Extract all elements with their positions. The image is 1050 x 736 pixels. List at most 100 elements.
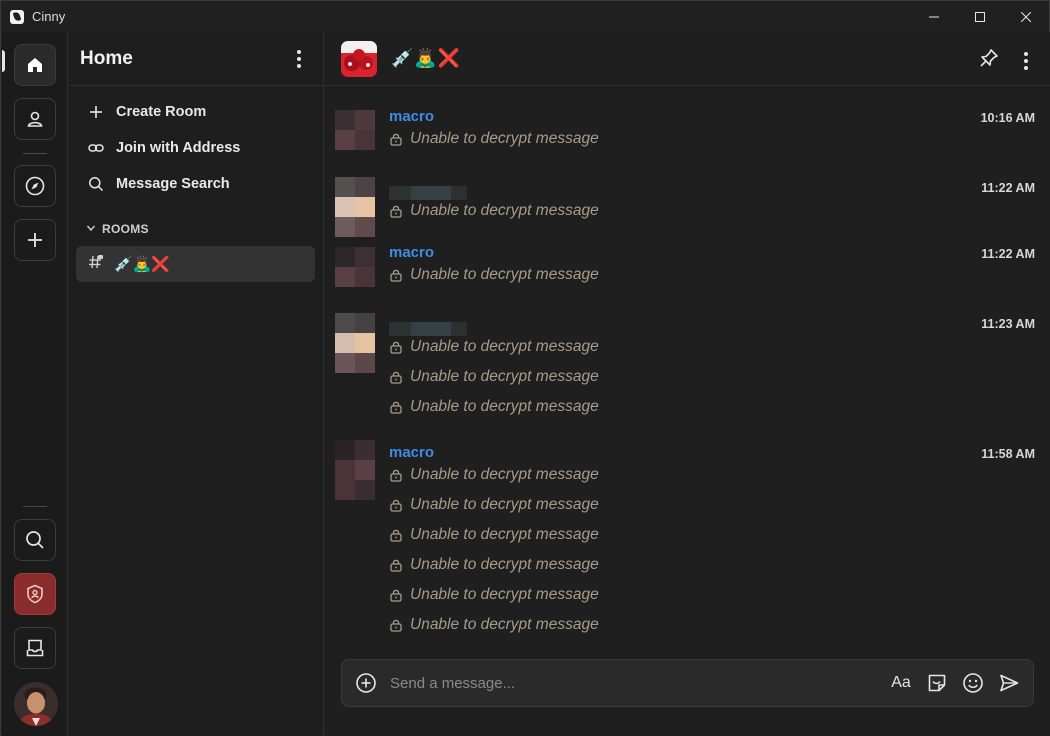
encrypted-message[interactable]: Unable to decrypt message: [389, 129, 599, 149]
encrypted-message[interactable]: Unable to decrypt message: [389, 555, 599, 575]
message-timeline: macro 10:16 AM Unable to decrypt message…: [325, 86, 1050, 658]
sidebar-options-button[interactable]: [289, 49, 309, 69]
message-text: Unable to decrypt message: [410, 616, 599, 633]
room-avatar[interactable]: [341, 40, 377, 77]
message-text: Unable to decrypt message: [410, 496, 599, 513]
message-timestamp: 11:23 AM: [981, 317, 1035, 331]
verification-button[interactable]: [14, 573, 56, 615]
minimize-button[interactable]: [911, 1, 957, 32]
home-button[interactable]: [14, 44, 56, 86]
lock-icon: [389, 340, 403, 354]
sender-avatar[interactable]: [335, 110, 375, 150]
message-timestamp: 10:16 AM: [980, 111, 1035, 125]
sender-avatar[interactable]: [335, 313, 375, 373]
lock-icon: [389, 498, 403, 512]
shield-user-icon: [27, 584, 43, 604]
encrypted-message[interactable]: Unable to decrypt message: [389, 495, 599, 515]
send-button[interactable]: [997, 671, 1021, 695]
emoji-button[interactable]: [961, 671, 985, 695]
send-icon: [1000, 674, 1019, 692]
sticker-button[interactable]: [925, 671, 949, 695]
user-icon: [27, 111, 43, 127]
inbox-icon: [26, 639, 44, 657]
sender-avatar[interactable]: [335, 177, 375, 237]
sender-name-redacted[interactable]: [389, 186, 467, 200]
message-text: Unable to decrypt message: [410, 466, 599, 483]
chevron-down-icon: [86, 222, 96, 236]
room-options-button[interactable]: [1016, 50, 1036, 72]
upload-button[interactable]: [354, 671, 378, 695]
lock-icon: [389, 468, 403, 482]
room-item[interactable]: 💉🙇‍♂️❌: [76, 246, 315, 282]
message-text: Unable to decrypt message: [410, 556, 599, 573]
message-timestamp: 11:22 AM: [981, 181, 1035, 195]
create-space-button[interactable]: [14, 219, 56, 261]
explore-button[interactable]: [14, 165, 56, 207]
sticker-icon: [928, 674, 946, 692]
encrypted-message[interactable]: Unable to decrypt message: [389, 397, 599, 417]
sender-avatar[interactable]: [335, 440, 375, 500]
rail-divider: [23, 153, 47, 154]
plus-icon: [88, 104, 104, 120]
search-icon: [88, 176, 104, 192]
create-room-button[interactable]: Create Room: [68, 94, 323, 130]
encrypted-message[interactable]: Unable to decrypt message: [389, 615, 599, 635]
create-room-label: Create Room: [116, 104, 207, 120]
room-title: 💉🙇‍♂️❌: [391, 48, 462, 68]
close-window-button[interactable]: [1003, 1, 1049, 32]
direct-messages-button[interactable]: [14, 98, 56, 140]
composer-actions: Aa: [889, 671, 1021, 695]
message-search-label: Message Search: [116, 176, 230, 192]
encrypted-message[interactable]: Unable to decrypt message: [389, 465, 599, 485]
lock-icon: [389, 588, 403, 602]
encrypted-message[interactable]: Unable to decrypt message: [389, 367, 599, 387]
formatting-button[interactable]: Aa: [889, 671, 913, 695]
rooms-category-toggle[interactable]: ROOMS: [68, 218, 323, 240]
encrypted-room-icon: [88, 254, 104, 274]
message-text: Unable to decrypt message: [410, 266, 599, 283]
window-title: Cinny: [32, 9, 66, 24]
rail-divider: [23, 506, 47, 507]
room-view: 💉🙇‍♂️❌ macro 10:16 AM Unable to decrypt …: [325, 32, 1050, 736]
join-with-address-button[interactable]: Join with Address: [68, 130, 323, 166]
lock-icon: [389, 204, 403, 218]
sender-name[interactable]: macro: [389, 108, 434, 125]
maximize-button[interactable]: [957, 1, 1003, 32]
lock-icon: [389, 268, 403, 282]
app-window: Cinny Home Create Room Join with Address…: [0, 0, 1050, 736]
encrypted-message[interactable]: Unable to decrypt message: [389, 265, 599, 285]
inbox-button[interactable]: [14, 627, 56, 669]
lock-icon: [389, 618, 403, 632]
room-header-actions: [978, 47, 1036, 74]
encrypted-message[interactable]: Unable to decrypt message: [389, 525, 599, 545]
sender-name-redacted[interactable]: [389, 322, 467, 336]
search-icon: [26, 531, 44, 549]
active-indicator: [2, 50, 5, 72]
pin-icon: [980, 49, 998, 67]
message-text: Unable to decrypt message: [410, 586, 599, 603]
join-with-address-label: Join with Address: [116, 140, 241, 156]
message-timestamp: 11:22 AM: [981, 247, 1035, 261]
sender-avatar[interactable]: [335, 247, 375, 287]
encrypted-message[interactable]: Unable to decrypt message: [389, 585, 599, 605]
message-text: Unable to decrypt message: [410, 526, 599, 543]
message-text: Unable to decrypt message: [410, 338, 599, 355]
lock-icon: [389, 400, 403, 414]
compass-icon: [25, 176, 45, 196]
sender-name[interactable]: macro: [389, 244, 434, 261]
encrypted-message[interactable]: Unable to decrypt message: [389, 337, 599, 357]
message-text: Unable to decrypt message: [410, 130, 599, 147]
message-input[interactable]: [390, 668, 889, 698]
search-button[interactable]: [14, 519, 56, 561]
message-search-button[interactable]: Message Search: [68, 166, 323, 202]
emoji-icon: [963, 673, 983, 693]
home-icon: [28, 58, 42, 72]
room-name: 💉🙇‍♂️❌: [114, 256, 171, 273]
cinny-logo-icon: [10, 9, 24, 24]
user-avatar[interactable]: [14, 682, 58, 726]
lock-icon: [389, 132, 403, 146]
pinned-messages-button[interactable]: [978, 47, 1000, 74]
sender-name[interactable]: macro: [389, 444, 434, 461]
encrypted-message[interactable]: Unable to decrypt message: [389, 201, 599, 221]
space-rail: [2, 32, 68, 736]
